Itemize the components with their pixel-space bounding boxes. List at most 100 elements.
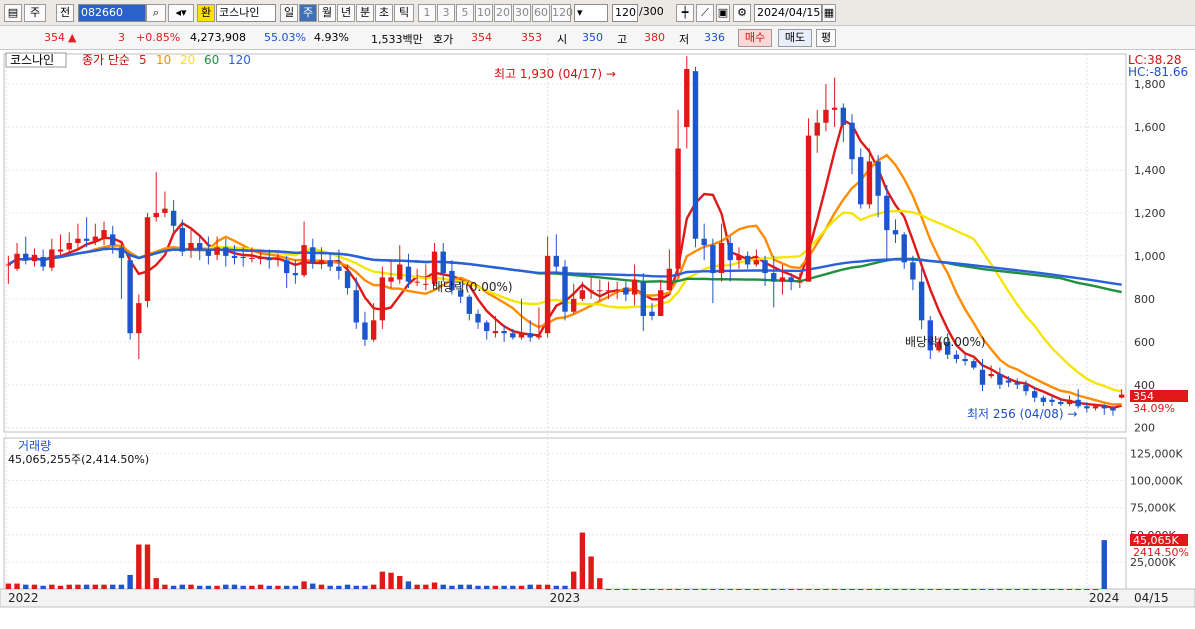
interval-20[interactable]: 20	[494, 4, 512, 22]
period-minute[interactable]: 분	[356, 4, 374, 22]
candle-body	[344, 270, 351, 289]
volume-bar	[153, 578, 159, 589]
volume-bar	[884, 589, 890, 590]
candle-body	[605, 290, 612, 292]
legend-ma-10: 10	[156, 53, 171, 67]
candle-body	[901, 234, 907, 263]
volume-bar	[57, 585, 64, 589]
interval-30[interactable]: 30	[513, 4, 531, 22]
volume-bar	[214, 585, 220, 589]
volume-bar	[945, 589, 951, 590]
volume-bar	[66, 584, 72, 589]
candle-body	[423, 283, 429, 285]
volume-bar	[762, 589, 768, 590]
date-input[interactable]: 2024/04/15	[754, 4, 822, 22]
candle-body	[762, 260, 768, 274]
candle-body	[179, 227, 185, 252]
line-icon[interactable]: ⟋	[696, 4, 714, 22]
period-second[interactable]: 초	[375, 4, 393, 22]
buy-button[interactable]: 매수	[738, 29, 772, 47]
volume-bar	[849, 589, 855, 590]
volume-bar	[110, 584, 116, 589]
volume-bar	[431, 582, 438, 589]
price-tick-label: 1,600	[1134, 121, 1166, 134]
volume-bar	[197, 585, 203, 589]
candle-body	[301, 245, 307, 276]
volume-bar	[240, 585, 246, 589]
candle-icon[interactable]: ┿	[676, 4, 694, 22]
han-badge[interactable]: 환	[197, 4, 215, 22]
volume-bar	[327, 585, 333, 589]
code-input[interactable]: 082660	[78, 4, 146, 22]
candle-body	[892, 230, 899, 235]
interval-120[interactable]: 120	[551, 4, 573, 22]
candle-body	[162, 208, 168, 213]
menu-icon[interactable]: ▤	[4, 4, 22, 22]
candle-body	[527, 333, 533, 338]
period-month[interactable]: 월	[318, 4, 336, 22]
quote-price: 354	[44, 31, 65, 44]
volume-bar	[440, 584, 446, 589]
volume-bar	[1075, 589, 1081, 590]
period-tick[interactable]: 틱	[394, 4, 414, 22]
price-tick-label: 200	[1134, 422, 1155, 435]
chart-canvas[interactable]: 2004006008001,0001,2001,4001,6001,800125…	[0, 50, 1195, 629]
volume-bar	[536, 584, 542, 589]
candle-body	[562, 266, 568, 312]
search-icon[interactable]: ⌕	[146, 4, 166, 22]
gear-icon[interactable]: ⚙	[733, 4, 751, 22]
interval-5[interactable]: 5	[456, 4, 474, 22]
volume-bar	[718, 589, 725, 590]
interval-1[interactable]: 1	[418, 4, 436, 22]
calendar-icon[interactable]: ▦	[822, 4, 836, 22]
candle-body	[110, 234, 116, 246]
prev-button[interactable]: 전	[56, 4, 74, 22]
grid-lines	[0, 53, 1195, 608]
candle-body	[1118, 394, 1125, 398]
candle-body	[170, 210, 177, 226]
volume-bar	[953, 589, 960, 590]
candle-body	[127, 260, 133, 334]
period-year[interactable]: 년	[337, 4, 355, 22]
volume-bar	[379, 571, 386, 589]
x-tick-label: 2024	[1089, 591, 1120, 605]
volume-bar	[136, 544, 142, 589]
count-input[interactable]: 120	[612, 4, 638, 22]
interval-input[interactable]: ▾	[574, 4, 608, 22]
candle-body	[884, 195, 890, 231]
period-week[interactable]: 주	[299, 4, 317, 22]
period-day[interactable]: 일	[280, 4, 298, 22]
volume-bar	[310, 583, 316, 589]
avg-button[interactable]: 평	[816, 29, 836, 47]
stock-name-field[interactable]: 코스나인	[216, 4, 276, 22]
x-tick-label: 2022	[8, 591, 39, 605]
candle-body	[136, 303, 142, 334]
dividend-label: 배당락(0.00%)	[905, 335, 986, 349]
candle-body	[1058, 401, 1064, 405]
volume-bar	[405, 581, 412, 589]
speaker-icon[interactable]: ◂▾	[168, 4, 194, 22]
volume-bar	[370, 584, 377, 589]
quote-amount: 1,533백만	[371, 33, 423, 46]
interval-10[interactable]: 10	[475, 4, 493, 22]
volume-bar	[49, 584, 55, 589]
sell-button[interactable]: 매도	[778, 29, 812, 47]
interval-3[interactable]: 3	[437, 4, 455, 22]
candle-body	[1066, 399, 1073, 405]
volume-bar	[388, 572, 394, 589]
volume-bar	[353, 585, 359, 589]
volume-bar	[31, 584, 38, 589]
quote-bar: 354 ▲ 3 +0.85% 4,273,908 55.03% 4.93% 1,…	[0, 26, 1195, 50]
low-marker: 최저 256 (04/08) →	[967, 407, 1077, 421]
volume-bar	[414, 584, 420, 589]
quote-ask: 353	[521, 31, 542, 44]
last-date-label: 04/15	[1134, 591, 1169, 605]
hc-label: HC:-81.66	[1128, 65, 1188, 79]
interval-60[interactable]: 60	[532, 4, 550, 22]
save-icon[interactable]: ▣	[716, 4, 730, 22]
candle-body	[405, 266, 412, 282]
x-tick-label: 2023	[550, 591, 581, 605]
price-tick-label: 800	[1134, 293, 1155, 306]
kind-select[interactable]: 주	[24, 4, 46, 22]
volume-bar	[1066, 589, 1073, 590]
